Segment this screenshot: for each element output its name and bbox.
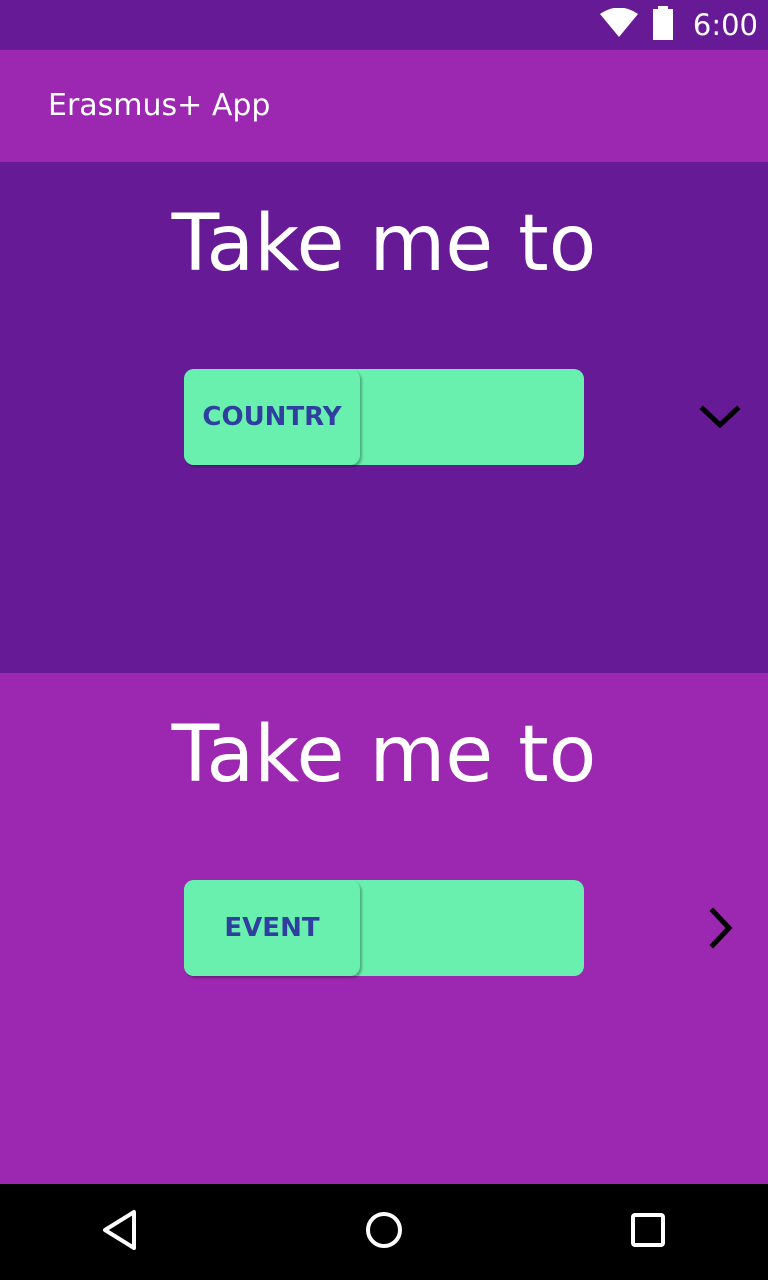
event-button[interactable]: EVENT — [184, 880, 360, 976]
screen: 6:00 Erasmus+ App Take me to COUNTRY Tak… — [0, 0, 768, 1280]
section-heading: Take me to — [171, 199, 597, 289]
battery-icon — [651, 6, 675, 44]
country-button[interactable]: COUNTRY — [184, 369, 360, 465]
navigation-bar — [0, 1184, 768, 1280]
chevron-right-icon[interactable] — [706, 880, 736, 976]
app-title: Erasmus+ App — [48, 88, 271, 123]
section-heading: Take me to — [171, 710, 597, 800]
status-time: 6:00 — [692, 8, 758, 42]
country-selector[interactable]: COUNTRY — [184, 369, 741, 465]
back-button[interactable] — [80, 1184, 160, 1280]
event-selector[interactable]: EVENT — [184, 880, 733, 976]
app-bar: Erasmus+ App — [0, 50, 768, 162]
home-button[interactable] — [344, 1184, 424, 1280]
home-icon[interactable] — [364, 1210, 404, 1254]
country-section: Take me to COUNTRY — [0, 162, 768, 673]
recents-icon[interactable] — [630, 1212, 666, 1252]
status-bar: 6:00 — [0, 0, 768, 50]
chevron-down-icon[interactable] — [698, 369, 742, 465]
recents-button[interactable] — [608, 1184, 688, 1280]
status-icons: 6:00 — [599, 0, 758, 50]
back-icon[interactable] — [100, 1208, 140, 1256]
wifi-icon — [599, 7, 639, 42]
event-section: Take me to EVENT — [0, 673, 768, 1184]
